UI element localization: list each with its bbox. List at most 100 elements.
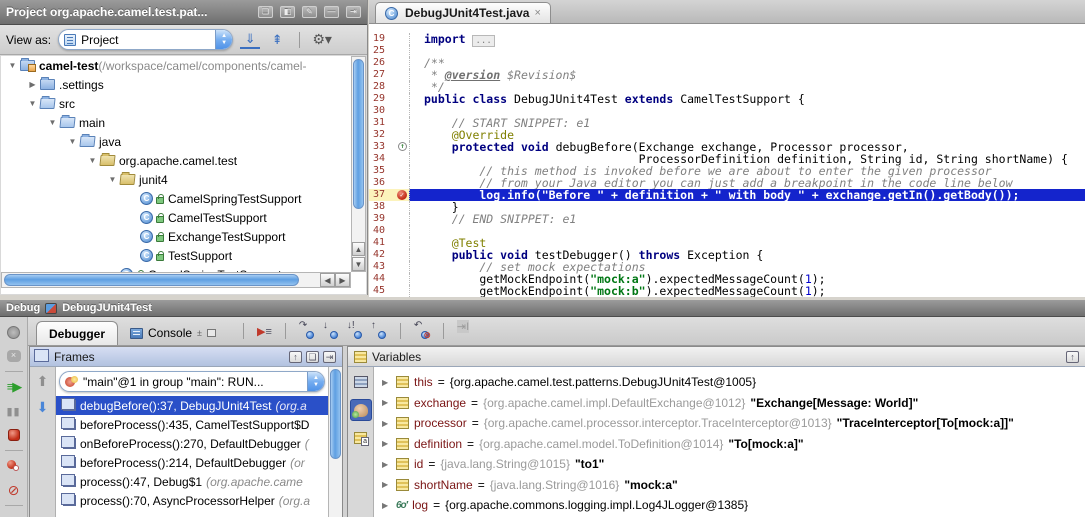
collapse-arrow-icon[interactable]: ▼ (5, 61, 20, 70)
expand-arrow-icon[interactable]: ▶ (382, 398, 391, 407)
scroll-right-arrow[interactable]: ▶ (335, 273, 350, 287)
tree-row[interactable]: ▼main (1, 113, 351, 132)
variable-row[interactable]: ▶processor = {org.apache.camel.processor… (374, 413, 1085, 434)
code-line[interactable]: 29public class DebugJUnit4Test extends C… (369, 93, 1085, 105)
console-float-icon[interactable] (207, 329, 216, 337)
hide-bubble-icon[interactable]: × (0, 344, 27, 368)
pin-icon[interactable]: ✎ (302, 6, 317, 18)
minimize-icon[interactable]: — (324, 6, 339, 18)
select-stepper[interactable]: ▲▼ (215, 30, 232, 49)
variable-row[interactable]: ▶6o′log = {org.apache.commons.logging.im… (374, 495, 1085, 516)
collapse-all-icon[interactable]: ⇞ (267, 32, 287, 48)
scroll-left-arrow[interactable]: ◀ (320, 273, 335, 287)
tree-row[interactable]: ▶.settings (1, 75, 351, 94)
gutter-cell[interactable]: 37✓ (369, 189, 409, 201)
collapse-arrow-icon[interactable]: ▼ (65, 137, 80, 146)
view-as-select[interactable]: Project ▲▼ (58, 29, 233, 50)
collapse-arrow-icon[interactable]: ▼ (45, 118, 60, 127)
view-breakpoints-icon[interactable] (0, 454, 27, 478)
tree-row[interactable]: ▼org.apache.camel.test (1, 151, 351, 170)
hide-icon[interactable]: ⇥ (323, 351, 336, 363)
show-types-icon[interactable] (350, 427, 372, 449)
expand-arrow-icon[interactable]: ▶ (382, 501, 391, 510)
code-editor[interactable]: 19import ...2526/**27 * @version $Revisi… (369, 24, 1085, 297)
restore-icon[interactable]: ↑ (289, 351, 302, 363)
gutter-cell[interactable]: 35 (369, 165, 409, 177)
dock-icon[interactable]: ◧ (280, 6, 295, 18)
gutter-cell[interactable]: 29 (369, 93, 409, 105)
variable-row[interactable]: ▶id = {java.lang.String@1015}"to1" (374, 454, 1085, 475)
tree-row[interactable]: CCamelTestSupport (1, 208, 351, 227)
scroll-down-arrow[interactable]: ▼ (352, 257, 365, 271)
up-stack-icon[interactable]: ⬆ (37, 373, 49, 390)
breakpoint-icon[interactable]: ✓ (397, 190, 407, 200)
code-line[interactable]: 39 // END SNIPPET: e1 (369, 213, 1085, 225)
gutter-cell[interactable]: 38 (369, 201, 409, 213)
expand-arrow-icon[interactable]: ▶ (382, 460, 391, 469)
force-step-into-icon[interactable]: ↓! (347, 323, 363, 339)
restore-icon[interactable]: ↑ (1066, 351, 1079, 363)
collapse-arrow-icon[interactable]: ▼ (105, 175, 120, 184)
expand-arrow-icon[interactable]: ▶ (25, 80, 40, 89)
collapse-arrow-icon[interactable]: ▼ (85, 156, 100, 165)
float-icon[interactable]: ❏ (306, 351, 319, 363)
gutter-cell[interactable]: 40 (369, 225, 409, 237)
float-icon[interactable]: ❏ (258, 6, 273, 18)
collapse-arrow-icon[interactable]: ▼ (25, 99, 40, 108)
resume-icon[interactable]: ≡▶ (0, 375, 27, 399)
scroll-up-arrow[interactable]: ▲ (352, 242, 365, 256)
expand-arrow-icon[interactable]: ▶ (382, 378, 391, 387)
scrollbar-thumb[interactable] (353, 59, 364, 209)
close-icon[interactable]: × (534, 7, 540, 19)
run-to-cursor-icon[interactable]: ⇥I (457, 323, 473, 339)
tree-row[interactable]: ▼java (1, 132, 351, 151)
gutter-cell[interactable]: 31 (369, 117, 409, 129)
mute-breakpoints-icon[interactable]: ⊘ (0, 478, 27, 502)
scrollbar-thumb[interactable] (4, 274, 299, 286)
rerun-icon[interactable] (0, 320, 27, 344)
gutter-cell[interactable]: 36 (369, 177, 409, 189)
code-line[interactable]: 25 (369, 45, 1085, 57)
frame-row[interactable]: onBeforeProcess():270, DefaultDebugger ( (56, 434, 328, 453)
gutter-cell[interactable]: 43 (369, 261, 409, 273)
select-stepper[interactable]: ▲▼ (307, 372, 324, 391)
variable-row[interactable]: ▶this = {org.apache.camel.test.patterns.… (374, 372, 1085, 393)
gutter-cell[interactable]: 32 (369, 129, 409, 141)
code-line[interactable]: 45 getMockEndpoint("mock:b").expectedMes… (369, 285, 1085, 297)
step-out-icon[interactable]: ↑ (371, 323, 387, 339)
gutter-cell[interactable]: 39 (369, 213, 409, 225)
current-execution-line[interactable]: 37✓ log.info("Before " + definition + " … (369, 189, 1085, 201)
gutter-cell[interactable]: 45 (369, 285, 409, 297)
gear-icon[interactable]: ⚙▾ (312, 31, 332, 48)
tree-row[interactable]: CCamelSpringTestSupport (1, 265, 351, 272)
tree-row[interactable]: ▼src (1, 94, 351, 113)
down-stack-icon[interactable]: ⬇ (37, 399, 49, 416)
frame-row[interactable]: process():70, AsyncProcessorHelper (org.… (56, 491, 328, 510)
frame-row[interactable]: beforeProcess():435, CamelTestSupport$D (56, 415, 328, 434)
pop-frame-icon[interactable]: ↶⊗ (414, 323, 430, 339)
gutter-cell[interactable]: 44 (369, 273, 409, 285)
gutter-cell[interactable]: 28 (369, 81, 409, 93)
show-execution-point-icon[interactable]: ▶≡ (257, 325, 272, 338)
gutter-cell[interactable]: 27 (369, 69, 409, 81)
tree-row[interactable]: ▼camel-test (/workspace/camel/components… (1, 56, 351, 75)
variable-row[interactable]: ▶shortName = {java.lang.String@1016}"moc… (374, 475, 1085, 496)
tree-row[interactable]: CExchangeTestSupport (1, 227, 351, 246)
pause-icon[interactable]: ▮▮ (0, 399, 27, 423)
watch-view-icon[interactable] (350, 399, 372, 421)
code-line[interactable]: 19import ... (369, 33, 1085, 45)
variable-row[interactable]: ▶exchange = {org.apache.camel.impl.Defau… (374, 393, 1085, 414)
thread-select[interactable]: "main"@1 in group "main": RUN... ▲▼ (59, 371, 325, 392)
gutter-cell[interactable]: 42 (369, 249, 409, 261)
gutter-cell[interactable]: 19 (369, 33, 409, 45)
tree-row[interactable]: ▼junit4 (1, 170, 351, 189)
project-vertical-scrollbar[interactable]: ▲ ▼ (351, 56, 366, 272)
gutter-cell[interactable]: 33↑ (369, 141, 409, 153)
expand-arrow-icon[interactable]: ▶ (382, 419, 391, 428)
tab-debugger[interactable]: Debugger (36, 321, 118, 345)
code-line[interactable]: 27 * @version $Revision$ (369, 69, 1085, 81)
gutter-cell[interactable]: 30 (369, 105, 409, 117)
frames-vertical-scrollbar[interactable] (328, 367, 342, 517)
step-over-icon[interactable]: ↷ (299, 323, 315, 339)
console-export-icon[interactable]: ± (197, 328, 202, 338)
